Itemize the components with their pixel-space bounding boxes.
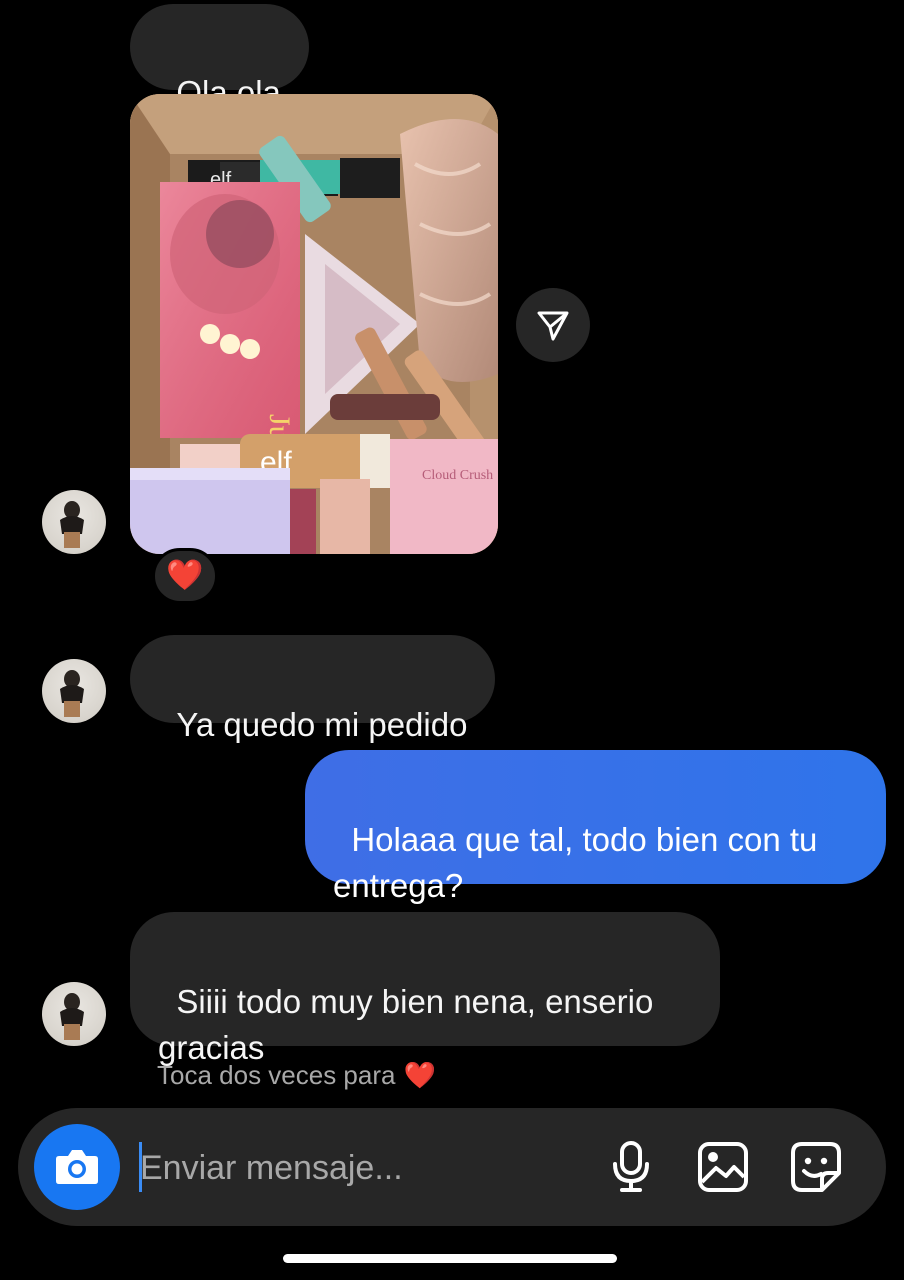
camera-icon (56, 1150, 98, 1184)
sticker-icon (791, 1142, 841, 1192)
avatar-person-icon (60, 993, 84, 1040)
gallery-button[interactable] (694, 1138, 752, 1196)
heart-icon: ❤️ (403, 1060, 436, 1090)
message-text: Siiii todo muy bien nena, enserio gracia… (158, 983, 654, 1066)
heart-icon: ❤️ (166, 559, 204, 592)
microphone-button[interactable] (602, 1138, 660, 1196)
message-bubble-outgoing[interactable]: Holaaa que tal, todo bien con tu entrega… (305, 750, 886, 904)
message-text: Holaaa que tal, todo bien con tu entrega… (333, 821, 818, 904)
message-bubble-incoming[interactable]: Ola ola (130, 4, 309, 111)
microphone-icon (613, 1141, 649, 1192)
hint-text: Toca dos veces para (157, 1060, 396, 1090)
makeup-box-photo: elf Juvias (130, 94, 498, 554)
message-text: Ya quedo mi pedido (176, 706, 468, 743)
heart-reaction[interactable]: ❤️ (152, 548, 218, 604)
sticker-button[interactable] (787, 1138, 845, 1196)
camera-button[interactable] (34, 1124, 120, 1210)
message-bubble-incoming[interactable]: Siiii todo muy bien nena, enserio gracia… (130, 912, 720, 1066)
home-indicator[interactable] (283, 1254, 617, 1263)
share-button[interactable] (516, 288, 590, 362)
image-gallery-icon (698, 1142, 748, 1192)
avatar[interactable] (42, 659, 106, 723)
avatar[interactable] (42, 982, 106, 1046)
message-bubble-incoming[interactable]: Ya quedo mi pedido (130, 635, 496, 743)
double-tap-hint: Toca dos veces para ❤️ (157, 1058, 436, 1092)
avatar-person-icon (60, 501, 84, 548)
avatar-person-icon (60, 670, 84, 717)
avatar[interactable] (42, 490, 106, 554)
photo-label-cloud-crush: Cloud Crush (422, 468, 493, 483)
paper-plane-icon (537, 311, 569, 341)
message-input[interactable] (140, 1140, 580, 1196)
photo-message[interactable]: elf Juvias (130, 94, 498, 554)
